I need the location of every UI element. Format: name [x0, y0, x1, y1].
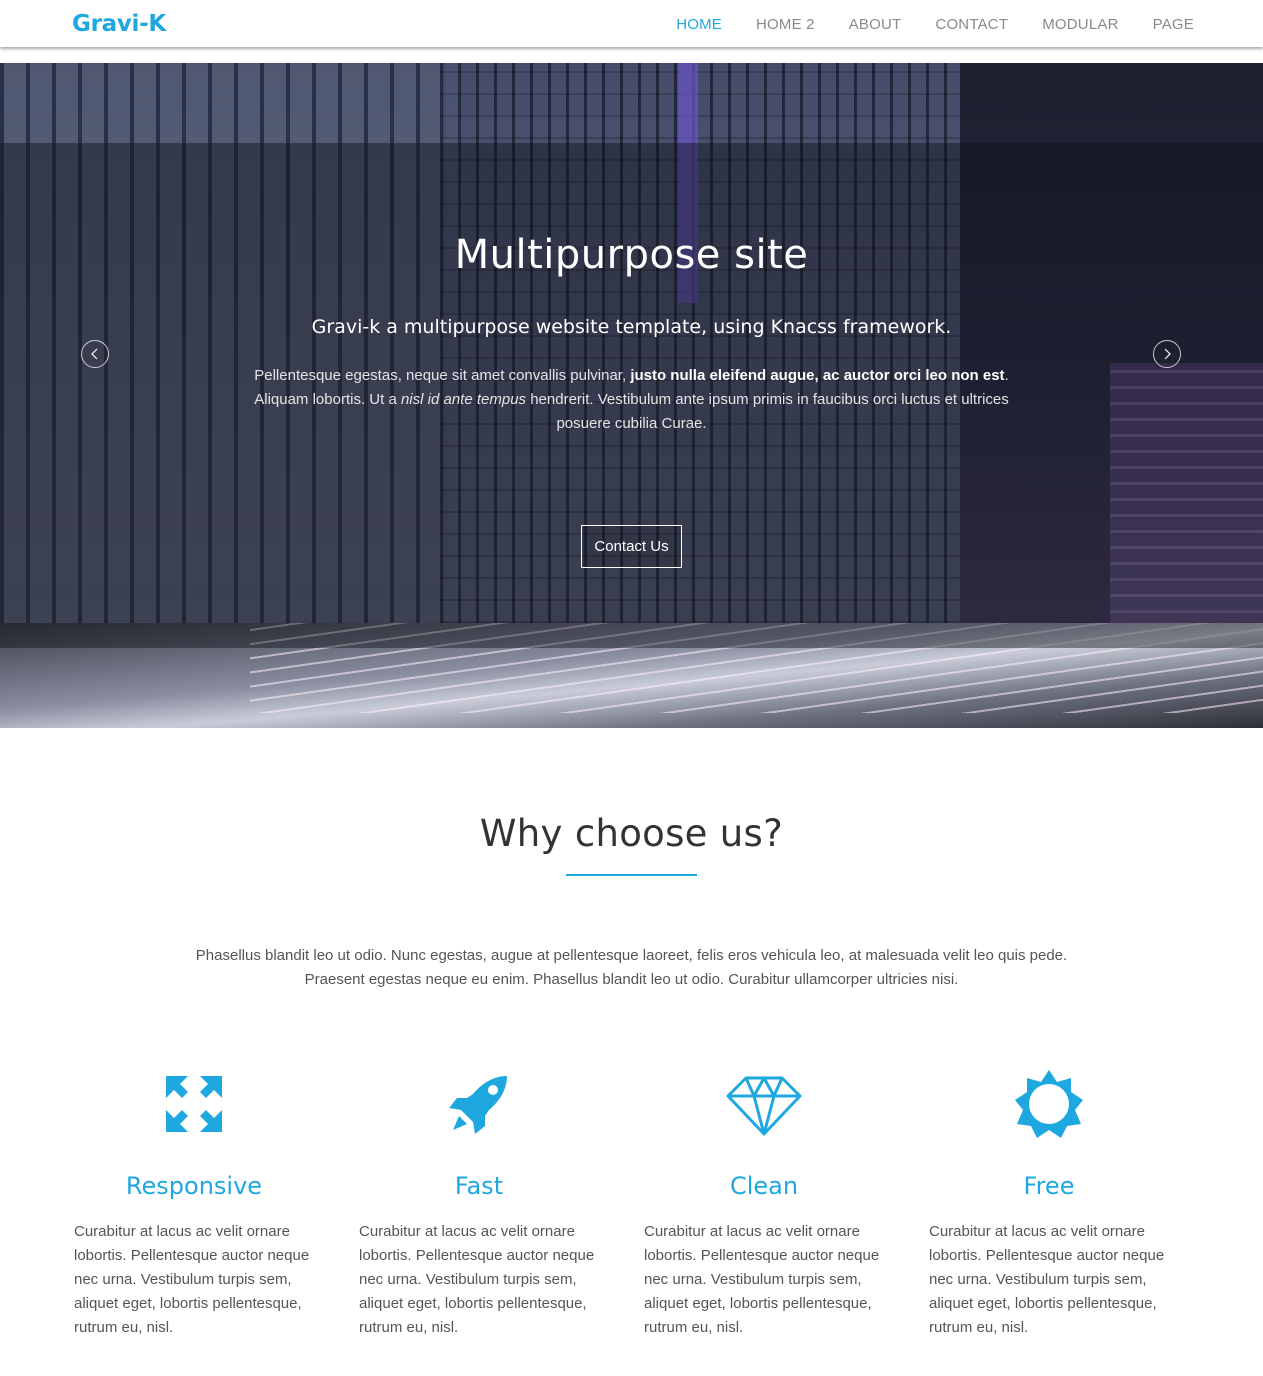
nav-item-contact[interactable]: CONTACT [935, 14, 1008, 33]
nav-item-page[interactable]: PAGE [1153, 14, 1194, 33]
feature-title-clean: Clean [729, 1172, 799, 1200]
expand-arrows-icon [166, 1076, 222, 1132]
feature-text-fast: Curabitur at lacus ac velit ornare lobor… [359, 1223, 595, 1336]
hero-text-segment: Pellentesque egestas, neque sit amet con… [254, 367, 631, 384]
chevron-left-icon [91, 348, 98, 360]
nav-item-about[interactable]: ABOUT [849, 14, 902, 33]
nav-item-modular[interactable]: MODULAR [1042, 14, 1118, 33]
hero-text-bold: justo nulla eleifend augue, ac auctor or… [630, 367, 1005, 384]
main-nav: HOME HOME 2 ABOUT CONTACT MODULAR PAGE [642, 0, 1194, 47]
hero-description: Pellentesque egestas, neque sit amet con… [236, 364, 1027, 436]
hero-text-segment: hendrerit. Vestibulum ante ipsum primis … [526, 391, 1009, 432]
sun-icon [1015, 1070, 1083, 1138]
feature-text-clean: Curabitur at lacus ac velit ornare lobor… [644, 1223, 880, 1336]
contact-us-button[interactable]: Contact Us [581, 525, 682, 568]
feature-title-fast: Fast [454, 1172, 504, 1200]
feature-text-responsive: Curabitur at lacus ac velit ornare lobor… [74, 1223, 310, 1336]
feature-title-free: Free [1023, 1172, 1075, 1200]
chevron-right-icon [1164, 348, 1171, 360]
section-title: Why choose us? [479, 812, 784, 855]
slider-next-button[interactable] [1153, 340, 1181, 368]
feature-title-responsive: Responsive [125, 1172, 263, 1200]
diamond-icon [726, 1076, 802, 1136]
hero-title: Multipurpose site [454, 232, 809, 278]
site-header: Gravi-K HOME HOME 2 ABOUT CONTACT MODULA… [0, 0, 1263, 47]
nav-item-home-2[interactable]: HOME 2 [756, 14, 815, 33]
nav-item-home[interactable]: HOME [676, 14, 722, 33]
section-intro-text: Phasellus blandit leo ut odio. Nunc eges… [195, 947, 1068, 988]
slider-prev-button[interactable] [81, 340, 109, 368]
rocket-icon [449, 1076, 507, 1134]
feature-text-free: Curabitur at lacus ac velit ornare lobor… [929, 1223, 1165, 1336]
site-logo[interactable]: Gravi-K [72, 11, 166, 37]
title-underline [566, 874, 697, 876]
hero-subtitle: Gravi-k a multipurpose website template,… [311, 316, 952, 338]
hero-text-italic: nisl id ante tempus [400, 391, 527, 408]
